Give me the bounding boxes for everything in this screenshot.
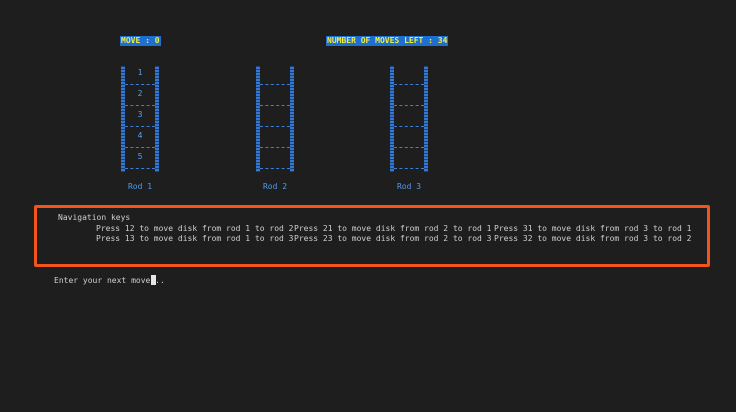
key-hint-32: Press 32 to move disk from rod 3 to rod … [494,234,692,243]
key-hint-23: Press 23 to move disk from rod 2 to rod … [294,234,492,243]
disk-2: 2 [137,89,143,98]
rod-rung [260,84,290,85]
navigation-keys-title: Navigation keys [58,213,131,222]
rod-rung [125,147,155,148]
disk-1: 1 [137,68,143,77]
text-cursor [151,275,156,285]
rod-post-right [424,66,428,172]
disk-5: 5 [137,152,143,161]
rod-2-label: Rod 2 [262,182,288,191]
rod-post-right [155,66,159,172]
key-hint-12: Press 12 to move disk from rod 1 to rod … [96,224,294,233]
move-input-prompt[interactable]: Enter your next move... [54,276,165,285]
move-counter: MOVE : 0 [120,36,161,46]
disk-3: 3 [137,110,143,119]
rod-rung [260,126,290,127]
rod-rung [394,147,424,148]
rod-rung [260,105,290,106]
rod-3 [390,66,428,172]
disk-4: 4 [137,131,143,140]
rod-rung [125,105,155,106]
rod-rung [394,105,424,106]
rod-rung [394,126,424,127]
rod-rung [125,84,155,85]
rod-post-right [290,66,294,172]
rod-1-label: Rod 1 [127,182,153,191]
rod-rung [394,168,424,169]
key-hint-13: Press 13 to move disk from rod 1 to rod … [96,234,294,243]
rod-rung [260,147,290,148]
rod-rung [125,126,155,127]
rod-rung [260,168,290,169]
key-hint-31: Press 31 to move disk from rod 3 to rod … [494,224,692,233]
rod-rung [394,84,424,85]
rod-post-left [256,66,260,172]
rod-post-left [390,66,394,172]
rod-rung [125,168,155,169]
rod-3-label: Rod 3 [396,182,422,191]
moves-left-counter: NUMBER OF MOVES LEFT : 34 [326,36,449,46]
rod-1: 1 2 3 4 5 [121,66,159,172]
rod-2 [256,66,294,172]
key-hint-21: Press 21 to move disk from rod 2 to rod … [294,224,492,233]
